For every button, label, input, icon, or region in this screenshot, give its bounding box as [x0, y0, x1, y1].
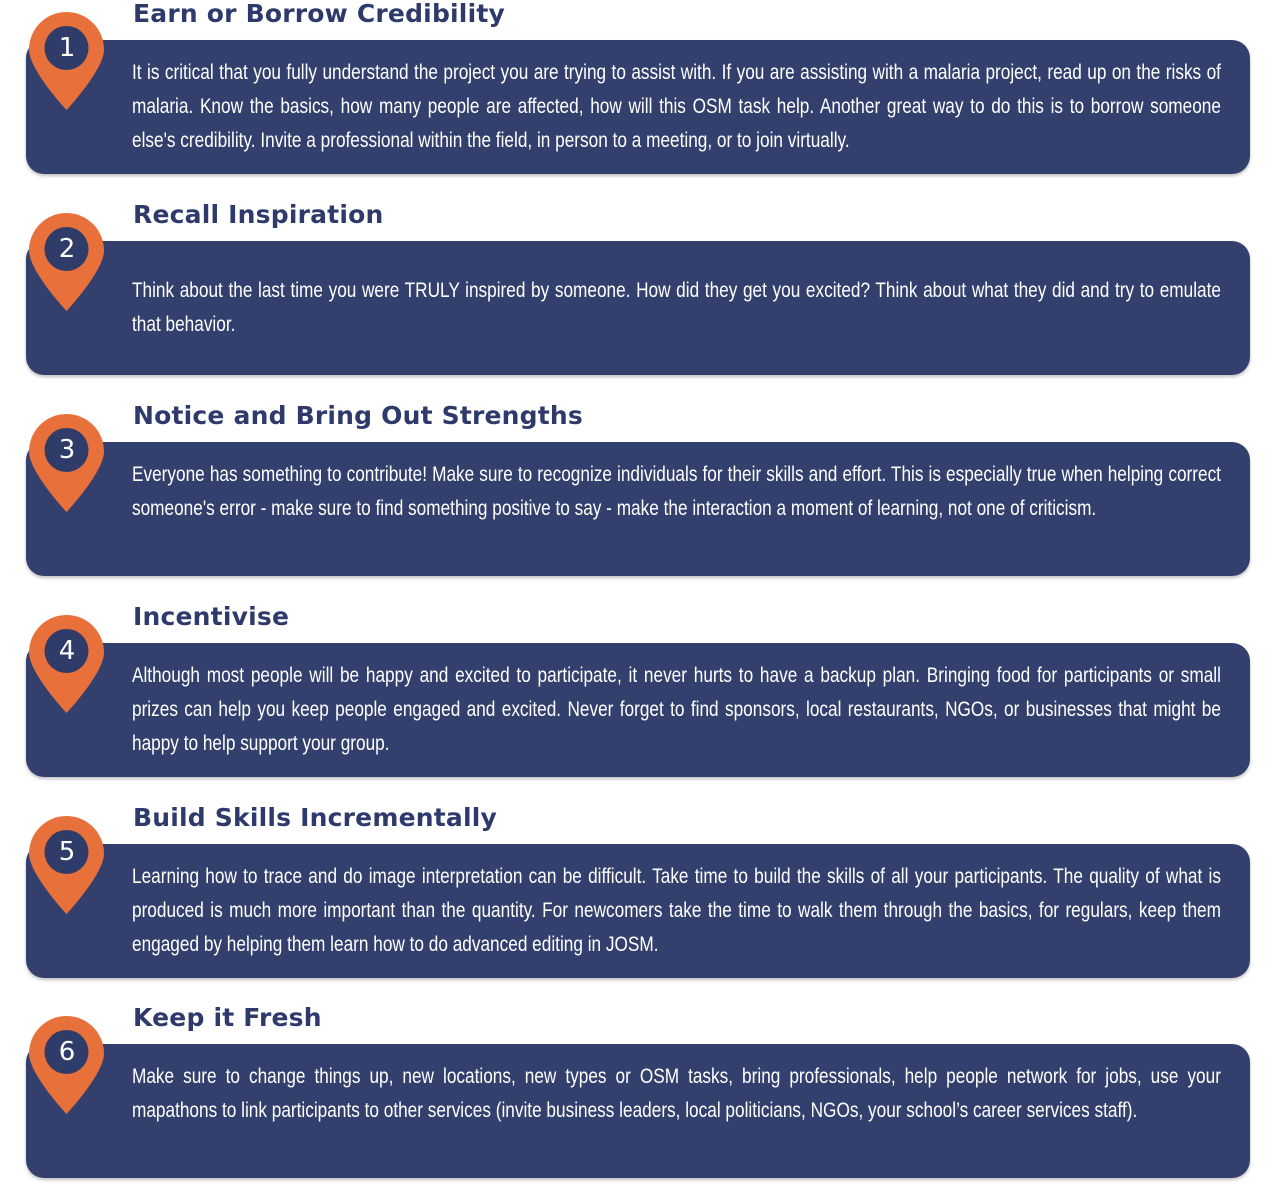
tip-description: It is critical that you fully understand…: [132, 61, 1221, 152]
map-marker-icon: 2: [29, 213, 104, 311]
tip-title: Keep it Fresh: [133, 1003, 322, 1032]
tip-title: Earn or Borrow Credibility: [133, 0, 505, 28]
map-marker-icon: 3: [29, 414, 104, 512]
map-marker-icon: 4: [29, 615, 104, 713]
tip-description: Although most people will be happy and e…: [132, 664, 1221, 755]
tip-item-3: Notice and Bring Out Strengths Everyone …: [0, 401, 1280, 592]
tip-title: Recall Inspiration: [133, 200, 384, 229]
tip-number: 4: [58, 636, 76, 666]
tip-description: Think about the last time you were TRULY…: [132, 279, 1221, 336]
tip-description: Learning how to trace and do image inter…: [132, 865, 1221, 956]
tip-item-2: Recall Inspiration Think about the last …: [0, 200, 1280, 391]
tip-description: Make sure to change things up, new locat…: [132, 1065, 1221, 1122]
tip-number: 2: [58, 234, 76, 264]
tip-item-1: Earn or Borrow Credibility It is critica…: [0, 0, 1280, 190]
tip-title: Notice and Bring Out Strengths: [133, 401, 583, 430]
tip-item-6: Keep it Fresh Make sure to change things…: [0, 1003, 1280, 1194]
tip-title: Build Skills Incrementally: [133, 803, 497, 832]
tip-number: 6: [58, 1037, 76, 1067]
map-marker-icon: 1: [29, 12, 104, 110]
tip-item-4: Incentivise Although most people will be…: [0, 602, 1280, 793]
tip-number: 3: [58, 435, 76, 465]
tip-number: 1: [58, 33, 76, 63]
map-marker-icon: 6: [29, 1016, 104, 1114]
tip-title: Incentivise: [133, 602, 290, 631]
map-marker-icon: 5: [29, 816, 104, 914]
tip-description: Everyone has something to contribute! Ma…: [132, 463, 1221, 520]
tip-item-5: Build Skills Incrementally Learning how …: [0, 803, 1280, 994]
tip-number: 5: [58, 837, 76, 867]
